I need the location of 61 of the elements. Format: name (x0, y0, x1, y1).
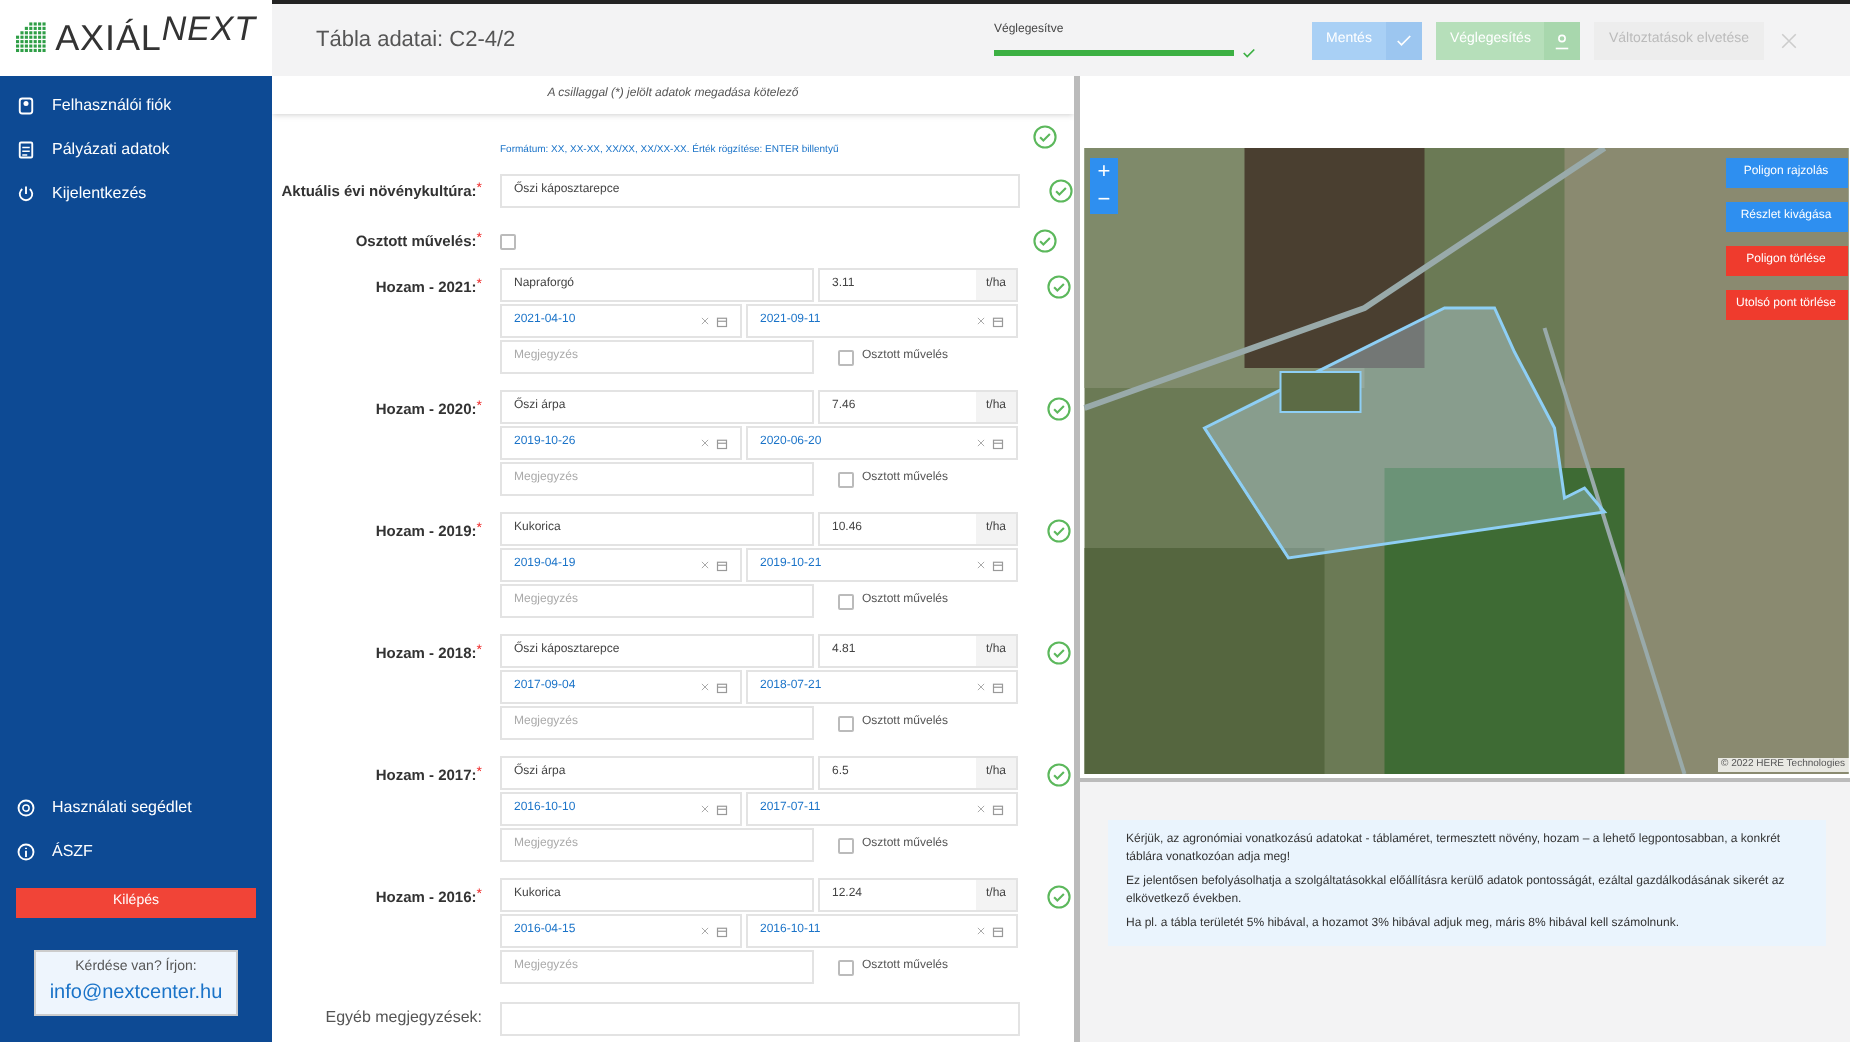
checkbox[interactable] (838, 715, 854, 731)
calendar-icon (992, 559, 1004, 571)
zoom-out-button[interactable]: − (1090, 186, 1118, 214)
calendar-icon (716, 315, 728, 327)
clear-icon (700, 682, 710, 692)
logo-text: AXIÁLNEXT (55, 11, 256, 61)
checkbox[interactable] (500, 233, 516, 249)
calendar-icon (716, 437, 728, 449)
nav-item[interactable]: Kijelentkezés (0, 172, 272, 216)
field-label: Egyéb megjegyzések: (323, 1006, 484, 1030)
zoom-in-button[interactable]: + (1090, 158, 1118, 186)
clear-icon (700, 438, 710, 448)
calendar-icon (716, 803, 728, 815)
check-circle-icon (1032, 124, 1058, 150)
pin-icon (1544, 21, 1581, 59)
calendar-icon (992, 681, 1004, 693)
nav-item[interactable]: Használati segédlet (0, 786, 272, 830)
calendar-icon (992, 925, 1004, 937)
clear-icon (976, 804, 986, 814)
check-circle-icon (1046, 884, 1072, 910)
calendar-icon (992, 315, 1004, 327)
person-icon (16, 96, 36, 116)
checkbox[interactable] (838, 349, 854, 365)
email-link[interactable]: info@nextcenter.hu (49, 978, 223, 1009)
notes-field[interactable] (500, 1001, 1020, 1035)
clear-icon (976, 560, 986, 570)
check-circle-icon (1046, 274, 1072, 300)
document-icon (16, 140, 36, 160)
check-circle-icon (1046, 396, 1072, 422)
calendar-icon (992, 437, 1004, 449)
check-circle-icon (1046, 518, 1072, 544)
check-circle-icon (1046, 762, 1072, 788)
clear-icon (700, 804, 710, 814)
check-circle-icon (1048, 178, 1074, 204)
check-icon (1385, 21, 1422, 59)
nav-item[interactable]: Pályázati adatok (0, 128, 272, 172)
calendar-icon (716, 681, 728, 693)
checkbox[interactable] (838, 471, 854, 487)
calendar-icon (716, 925, 728, 937)
info-icon (16, 842, 36, 862)
check-circle-icon (1046, 640, 1072, 666)
clear-icon (700, 926, 710, 936)
clear-icon (976, 682, 986, 692)
checkbox[interactable] (838, 593, 854, 609)
help-icon (16, 798, 36, 818)
checkbox[interactable] (838, 837, 854, 853)
clear-icon (976, 438, 986, 448)
clear-icon (700, 316, 710, 326)
clear-icon (976, 316, 986, 326)
close-icon[interactable] (1779, 31, 1797, 49)
clear-icon (700, 560, 710, 570)
nav-item[interactable]: Felhasználói fiók (0, 84, 272, 128)
power-icon (16, 184, 36, 204)
page-title: Tábla adatai: C2-4/2 (316, 25, 518, 56)
clear-icon (976, 926, 986, 936)
calendar-icon (716, 559, 728, 571)
check-circle-icon (1032, 228, 1058, 254)
nav-item[interactable]: ÁSZF (0, 830, 272, 874)
check-icon (1242, 45, 1256, 59)
calendar-icon (992, 803, 1004, 815)
checkbox[interactable] (838, 959, 854, 975)
